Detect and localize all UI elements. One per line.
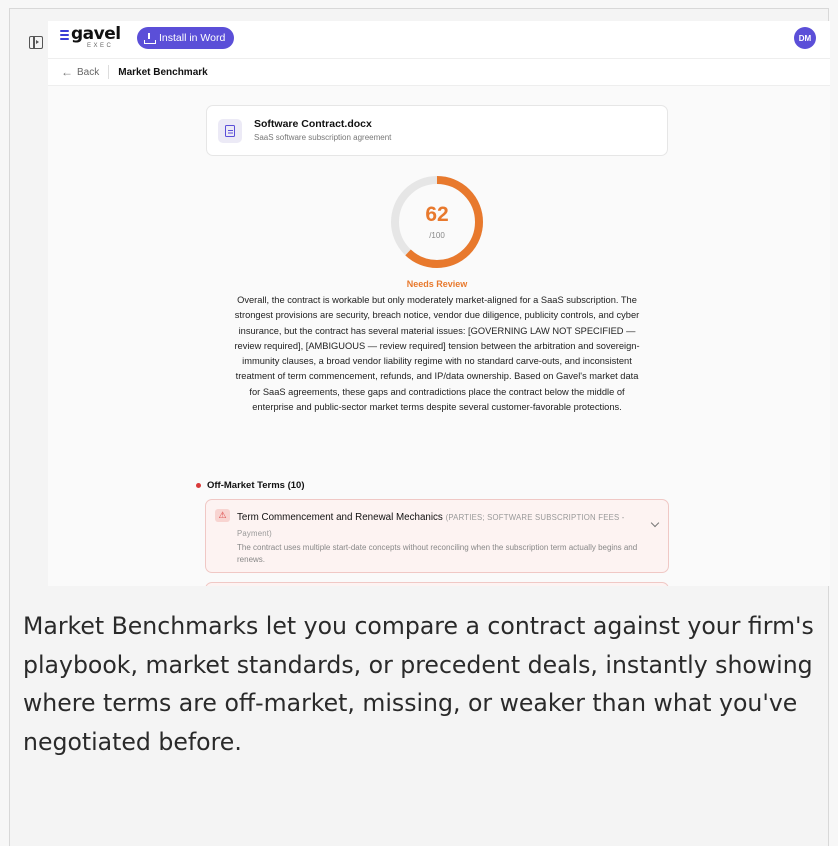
issue-card[interactable]: ⚠ Term Commencement and Renewal Mechanic… (205, 499, 669, 573)
score-status: Needs Review (406, 279, 468, 289)
score-value: 62 (425, 203, 449, 226)
chevron-down-icon[interactable] (650, 518, 660, 528)
page-title: Market Benchmark (118, 66, 208, 78)
app-window: gavel EXEC Install in Word DM ← Back Mar… (48, 21, 830, 586)
breadcrumb-divider (108, 65, 110, 79)
off-market-heading-label: Off-Market Terms (10) (207, 480, 305, 491)
benchmark-summary: Overall, the contract is workable but on… (234, 295, 640, 413)
back-button[interactable]: ← Back (61, 65, 99, 79)
feature-caption: Market Benchmarks let you compare a cont… (23, 612, 814, 756)
user-avatar[interactable]: DM (794, 27, 816, 49)
off-market-heading: Off-Market Terms (10) (196, 480, 305, 491)
issue-card-partial[interactable] (205, 582, 669, 586)
alert-dot-icon (196, 483, 201, 488)
warning-icon: ⚠ (215, 509, 230, 522)
score-max: /100 (429, 231, 445, 240)
install-button-label: Install in Word (159, 32, 226, 44)
side-rail (10, 9, 48, 587)
issue-title-text: Term Commencement and Renewal Mechanics (237, 512, 443, 523)
back-label: Back (77, 66, 100, 78)
logo-text: gavel (71, 24, 121, 44)
download-icon (144, 33, 156, 44)
sidebar-toggle-icon[interactable] (29, 36, 43, 49)
logo-subtext: EXEC (87, 43, 114, 49)
arrow-left-icon: ← (61, 65, 73, 79)
document-name: Software Contract.docx (254, 118, 372, 130)
install-in-word-button[interactable]: Install in Word (137, 27, 235, 49)
breadcrumb: ← Back Market Benchmark (48, 58, 830, 86)
top-bar: gavel EXEC Install in Word DM (48, 21, 830, 58)
document-icon (218, 119, 242, 143)
issue-title: Term Commencement and Renewal Mechanics … (237, 510, 627, 542)
issue-description: The contract uses multiple start-date co… (237, 543, 638, 564)
caption-area: Market Benchmarks let you compare a cont… (10, 587, 828, 846)
document-card[interactable]: Software Contract.docx SaaS software sub… (206, 105, 668, 156)
logo-mark-icon (60, 30, 69, 40)
document-description: SaaS software subscription agreement (254, 133, 392, 142)
benchmark-content: Software Contract.docx SaaS software sub… (48, 86, 830, 586)
